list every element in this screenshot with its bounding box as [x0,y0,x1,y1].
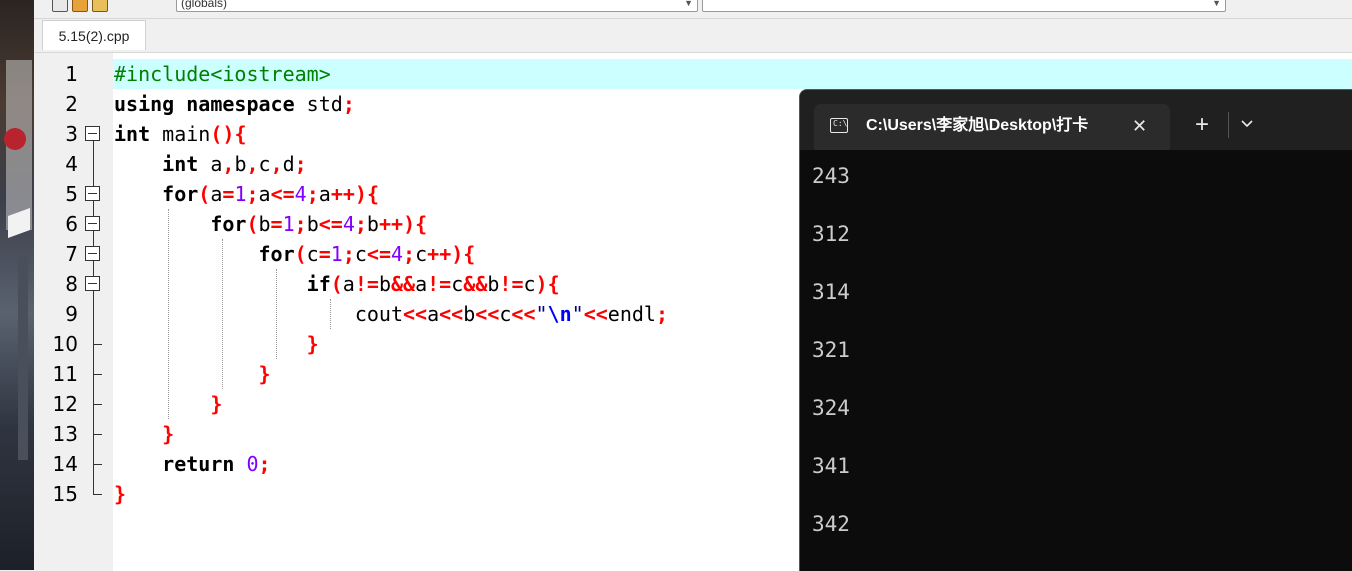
line-number: 6 [65,212,78,236]
code-line: int a,b,c,d; [162,152,307,176]
output-line: 243 [812,164,850,188]
titlebar-divider [1228,112,1229,138]
chevron-down-svg [1241,120,1253,128]
terminal-window[interactable]: C:\ C:\Users\李家旭\Desktop\打卡 ✕ + 243 312 … [799,89,1352,571]
chevron-down-icon[interactable] [1240,112,1254,138]
new-file-icon[interactable] [52,0,68,12]
line-number: 14 [52,452,78,476]
code-line: for(a=1;a<=4;a++){ [162,182,379,206]
line-number: 10 [52,332,78,356]
fold-end-tick [93,464,102,465]
close-icon[interactable]: ✕ [1132,113,1147,139]
code-line: } [258,362,271,386]
fold-collapse-icon[interactable] [85,246,100,261]
code-line: #include<iostream> [114,62,331,86]
code-line: cout<<a<<b<<c<<"\n"<<endl; [114,302,668,326]
scope-combobox[interactable]: (globals) ▼ [176,0,698,12]
fold-end-tick [93,404,102,405]
output-line: 314 [812,280,850,304]
code-line: } [162,422,175,446]
line-number: 7 [65,242,78,266]
line-number: 11 [52,362,78,386]
terminal-tab-title: C:\Users\李家旭\Desktop\打卡 [866,117,1089,134]
function-combobox[interactable]: ▼ [702,0,1226,12]
code-line: } [114,482,127,506]
background-photo [0,0,34,570]
save-file-icon[interactable] [92,0,108,12]
fold-end-tick [93,374,102,375]
line-number: 1 [65,62,78,86]
file-tab[interactable]: 5.15(2).cpp [42,20,146,50]
fold-end-tick [93,494,102,495]
open-file-icon[interactable] [72,0,88,12]
fold-end-tick [93,344,102,345]
chevron-down-icon: ▼ [1212,0,1221,8]
code-line: return 0; [162,452,271,476]
line-number: 4 [65,152,78,176]
editor-toolbar: (globals) ▼ ▼ [34,0,1352,19]
output-line: 342 [812,512,850,536]
line-number: 9 [65,302,78,326]
fold-collapse-icon[interactable] [85,186,100,201]
fold-collapse-icon[interactable] [85,276,100,291]
code-line: if(a!=b&&a!=c&&b!=c){ [306,272,560,296]
file-tab-label: 5.15(2).cpp [58,28,130,44]
code-line: using namespace std; [114,92,355,116]
line-number: 5 [65,182,78,206]
scope-combobox-value: (globals) [181,0,228,10]
code-line: int main(){ [114,122,247,146]
photo-tie [18,250,28,460]
output-line: 321 [812,338,850,362]
code-line: } [210,392,223,416]
output-line: 341 [812,454,850,478]
terminal-icon: C:\ [830,118,848,133]
terminal-tab[interactable]: C:\ C:\Users\李家旭\Desktop\打卡 ✕ [814,104,1170,150]
new-tab-icon[interactable]: + [1195,112,1209,138]
fold-collapse-icon[interactable] [85,216,100,231]
fold-collapse-icon[interactable] [85,126,100,141]
code-line: for(b=1;b<=4;b++){ [210,212,428,236]
output-line: 312 [812,222,850,246]
line-number: 15 [52,482,78,506]
chevron-down-icon: ▼ [684,0,693,8]
code-line: } [306,332,319,356]
line-number: 12 [52,392,78,416]
photo-rose [4,128,26,150]
output-line: 324 [812,396,850,420]
fold-end-tick [93,434,102,435]
code-line: for(c=1;c<=4;c++){ [258,242,476,266]
line-number: 2 [65,92,78,116]
terminal-titlebar: C:\ C:\Users\李家旭\Desktop\打卡 ✕ + [800,90,1352,150]
line-number: 13 [52,422,78,446]
line-number: 8 [65,272,78,296]
line-number: 3 [65,122,78,146]
